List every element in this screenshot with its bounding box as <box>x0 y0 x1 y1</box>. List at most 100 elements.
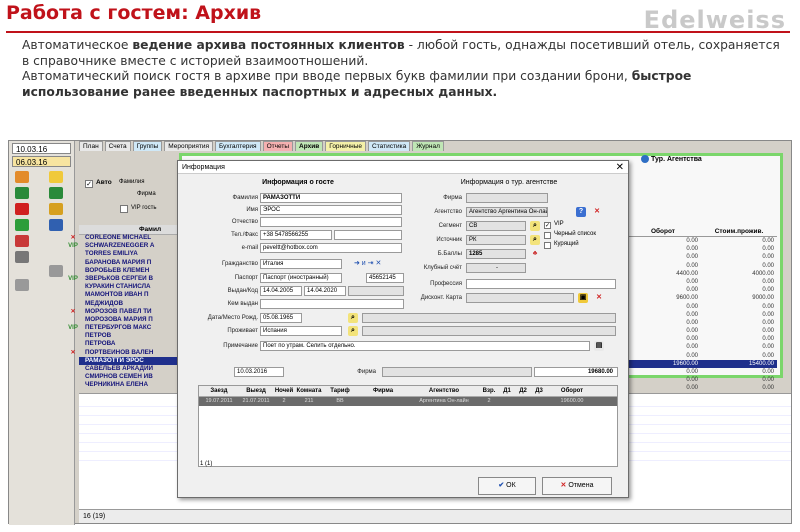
edit-icon[interactable] <box>49 219 63 231</box>
guest-row[interactable]: ВОРОБЬЕВ КЛЕМЕН <box>79 267 181 275</box>
close-icon[interactable]: ✕ <box>616 161 624 174</box>
print-icon[interactable] <box>15 251 29 263</box>
guest-row[interactable]: SCHWARZENEGGER A <box>79 242 181 250</box>
checkin-icon[interactable] <box>15 187 29 199</box>
turnover-row[interactable]: 0.00 0.00 <box>625 303 777 311</box>
tab-5[interactable]: Отчеты <box>262 141 294 151</box>
stays-row[interactable]: 19.07.2011 21.07.2011 2 211 ВВ Аргентина Он-л… <box>199 397 617 406</box>
turnover-row[interactable]: 19600.00 15400.00 <box>625 359 777 368</box>
fax-field[interactable] <box>334 230 402 240</box>
birthplace-field[interactable] <box>362 313 616 323</box>
smoker-checkbox[interactable] <box>544 242 551 249</box>
col-turnover[interactable]: Оборот <box>625 227 701 236</box>
birth-date-field[interactable]: 05.08.1965 <box>260 313 302 323</box>
segment-field[interactable]: СВ <box>466 221 526 231</box>
guest-row[interactable]: ПЕТРОВ <box>79 332 181 340</box>
turnover-row[interactable]: 0.00 0.00 <box>625 319 777 327</box>
stays-col[interactable]: Ночей <box>273 386 295 396</box>
guest-row[interactable]: РАМАЗОТТИ ЭРОС <box>79 356 181 365</box>
address-field[interactable] <box>362 326 616 336</box>
turnover-row[interactable]: 0.00 0.00 <box>625 245 777 253</box>
tab-3[interactable]: Мероприятия <box>164 141 214 151</box>
tab-7[interactable]: Горничные <box>325 141 367 151</box>
turnover-row[interactable]: 0.00 0.00 <box>625 352 777 360</box>
wallet-icon[interactable] <box>49 171 63 183</box>
firm-field[interactable] <box>466 193 548 203</box>
stays-col[interactable]: Заезд <box>199 386 239 396</box>
checkout-icon[interactable] <box>49 187 63 199</box>
arrow-right-icon[interactable]: ➜ и ⇥ ✕ <box>354 259 381 267</box>
turnover-row[interactable]: 0.00 0.00 <box>625 286 777 294</box>
calendar-icon[interactable] <box>15 171 29 183</box>
agency-link[interactable]: Тур. Агентства <box>641 155 702 163</box>
agency-info-icon[interactable]: ? <box>576 207 586 217</box>
turnover-row[interactable]: 0.00 0.00 <box>625 262 777 270</box>
folder-icon[interactable] <box>49 265 63 277</box>
segment-lookup-icon[interactable]: ⌕ <box>530 221 540 231</box>
guest-row[interactable]: CORLEONE MICHAEL <box>79 234 181 242</box>
guest-row[interactable]: ПЕТРОВА <box>79 340 181 348</box>
source-field[interactable]: РК <box>466 235 526 245</box>
guest-row[interactable]: МЕДЖИДОВ <box>79 300 181 308</box>
lookup-icon[interactable]: ⌕ <box>348 313 358 323</box>
points-field[interactable]: 1285 <box>466 249 526 259</box>
add-icon[interactable] <box>15 219 29 231</box>
citizenship-select[interactable]: Италия <box>260 259 342 269</box>
auto-checkbox[interactable]: ✓ <box>85 180 93 188</box>
card-field[interactable] <box>466 293 574 303</box>
club-field[interactable]: - <box>466 263 526 273</box>
turnover-row[interactable]: 0.00 0.00 <box>625 384 777 392</box>
guest-row[interactable]: КУРАКИН СТАНИСЛА <box>79 283 181 291</box>
email-field[interactable]: peveltt@hotbox.com <box>260 243 402 253</box>
turnover-row[interactable]: 0.00 0.00 <box>625 343 777 351</box>
issued-date-field[interactable]: 14.04.2005 <box>260 286 302 296</box>
remove-icon[interactable] <box>15 235 29 247</box>
turnover-row[interactable]: 4400.00 4000.00 <box>625 270 777 278</box>
guest-row[interactable]: МОРОЗОВА МАРИЯ П <box>79 316 181 324</box>
stays-col[interactable]: Комната <box>295 386 323 396</box>
guest-row[interactable]: МОРОЗОВ ПАВЕЛ ТИ <box>79 308 181 316</box>
agency-field[interactable]: Агентство Аргентина Он-лайн <box>466 207 548 217</box>
phone-field[interactable]: +38 5478566255 <box>260 230 332 240</box>
surname-field[interactable]: РАМАЗОТТИ <box>260 193 402 203</box>
stays-col[interactable]: Д2 <box>515 386 531 396</box>
note-field[interactable]: Поет по утрам. Селить отдельно. <box>260 341 590 351</box>
guest-row[interactable]: ПЕТЕРБУРГОВ МАКС <box>79 324 181 332</box>
stays-col[interactable]: Агентство <box>409 386 479 396</box>
stays-col[interactable]: Выезд <box>239 386 273 396</box>
tab-2[interactable]: Группы <box>132 141 163 151</box>
lock-icon[interactable] <box>49 203 63 215</box>
source-lookup-icon[interactable]: ⌕ <box>530 235 540 245</box>
stays-col[interactable]: Д1 <box>499 386 515 396</box>
lookup-icon[interactable]: ⌕ <box>348 326 358 336</box>
patronymic-field[interactable] <box>260 217 402 227</box>
points-icon[interactable]: ♣ <box>530 249 540 259</box>
blacklist-checkbox[interactable] <box>544 232 551 239</box>
issuedby-field[interactable] <box>260 299 404 309</box>
tab-8[interactable]: Статистика <box>368 141 411 151</box>
card-clear-icon[interactable]: ✕ <box>594 293 604 303</box>
guest-row[interactable]: БАРАНОВА МАРИЯ П <box>79 259 181 267</box>
name-field[interactable]: ЭРОС <box>260 205 402 215</box>
turnover-row[interactable]: 9600.00 9000.00 <box>625 294 777 302</box>
passport-type-select[interactable]: Паспорт (иностранный) <box>260 273 342 283</box>
guest-row[interactable]: МАМОНТОВ ИВАН П <box>79 291 181 299</box>
guest-row[interactable]: ПОРТВЕЙНОВ ВАЛЕН <box>79 349 181 357</box>
code-field[interactable] <box>348 286 404 296</box>
stays-col[interactable]: Тариф <box>323 386 357 396</box>
vip-checkbox[interactable]: ✓ <box>544 222 551 229</box>
date-current[interactable]: 10.03.16 <box>12 143 71 154</box>
turnover-row[interactable]: 0.00 0.00 <box>625 368 777 376</box>
turnover-row[interactable]: 0.00 0.00 <box>625 327 777 335</box>
turnover-row[interactable]: 0.00 0.00 <box>625 335 777 343</box>
guest-row[interactable]: ЗВЕРЬКОВ СЕРГЕЙ В <box>79 275 181 283</box>
col-living[interactable]: Стоим.прожив. <box>701 227 777 236</box>
expiry-date-field[interactable]: 14.04.2020 <box>304 286 346 296</box>
firm-filter-field[interactable] <box>382 367 532 377</box>
tab-0[interactable]: План <box>79 141 103 151</box>
stays-col[interactable]: Взр. <box>479 386 499 396</box>
note-icon[interactable]: ▤ <box>594 341 604 351</box>
tab-9[interactable]: Журнал <box>412 141 444 151</box>
stays-col[interactable]: Оборот <box>547 386 597 396</box>
cancel-button[interactable]: ✕ Отмена <box>542 477 612 495</box>
